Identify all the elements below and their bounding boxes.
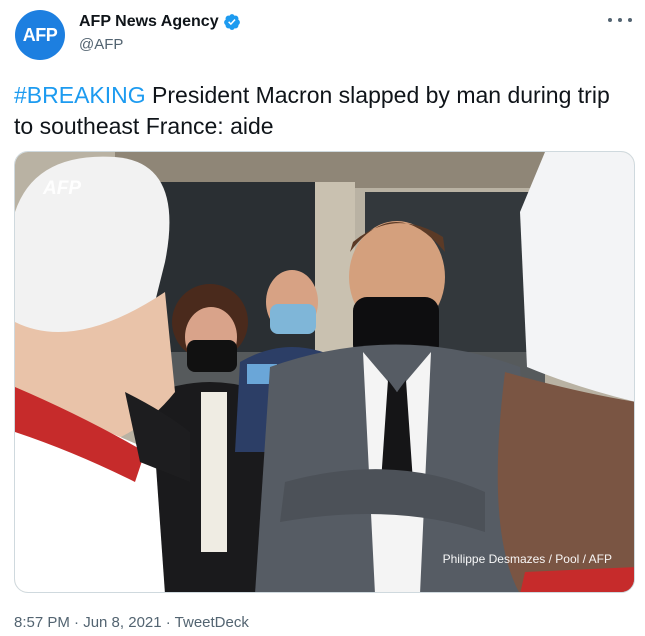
tweet-timestamp[interactable]: 8:57 PM · Jun 8, 2021 · TweetDeck: [14, 614, 249, 631]
tweet-photo[interactable]: AFP 9BM2A6 Philippe Desmazes / Pool / AF…: [14, 151, 635, 593]
afp-watermark: AFP: [43, 178, 81, 199]
hashtag-link[interactable]: #BREAKING: [14, 82, 146, 108]
image-id: 9BM2A6: [39, 552, 82, 564]
verified-badge-icon: [223, 14, 240, 30]
avatar[interactable]: AFP: [15, 10, 65, 60]
tweet-text: #BREAKING President Macron slapped by ma…: [14, 80, 624, 142]
author-name-row[interactable]: AFP News Agency: [79, 13, 241, 31]
photo-illustration: [15, 152, 634, 592]
photo-credit: Philippe Desmazes / Pool / AFP: [442, 552, 612, 566]
more-options-icon[interactable]: [608, 12, 632, 28]
avatar-logo-text: AFP: [22, 24, 58, 45]
handle[interactable]: @AFP: [79, 36, 123, 53]
more-dot: [628, 18, 632, 22]
more-dot: [608, 18, 612, 22]
more-dot: [618, 18, 622, 22]
display-name[interactable]: AFP News Agency: [79, 13, 219, 31]
